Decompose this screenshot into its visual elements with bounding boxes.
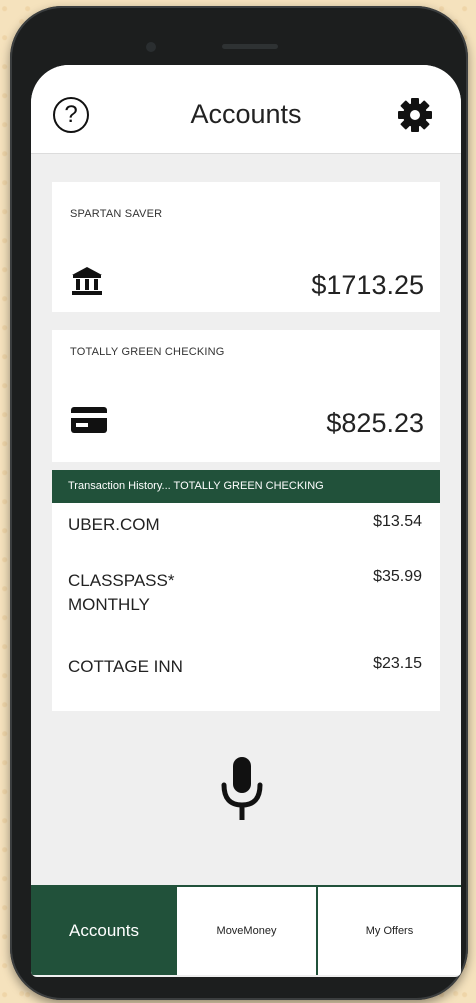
gear-icon[interactable]: [395, 95, 435, 135]
transaction-merchant: UBER.COM: [68, 515, 160, 534]
account-name: TOTALLY GREEN CHECKING: [70, 346, 225, 358]
app-screen: ? Accounts SPARTAN SAVER $1713.25 TOTALL…: [31, 65, 461, 977]
speaker-grille: [222, 44, 278, 49]
account-balance: $825.23: [326, 408, 424, 438]
account-name: SPARTAN SAVER: [70, 208, 163, 220]
credit-card-icon: [71, 407, 107, 433]
tab-accounts[interactable]: Accounts: [31, 887, 177, 975]
transaction-merchant: CLASSPASS* MONTHLY: [68, 571, 175, 614]
camera-icon: [146, 42, 156, 52]
transaction-amount: $13.54: [373, 513, 422, 530]
microphone-icon[interactable]: [217, 755, 267, 825]
transaction-merchant: COTTAGE INN: [68, 657, 183, 676]
transaction-list: UBER.COM $13.54 CLASSPASS* MONTHLY $35.9…: [52, 503, 440, 711]
app-header: ? Accounts: [31, 65, 461, 154]
bank-icon: [72, 267, 102, 295]
tab-move-money[interactable]: MoveMoney: [177, 887, 318, 975]
bottom-tab-bar: Accounts MoveMoney My Offers: [31, 885, 461, 975]
account-card-checking[interactable]: TOTALLY GREEN CHECKING $825.23: [52, 330, 440, 462]
account-balance: $1713.25: [311, 270, 424, 300]
transaction-amount: $23.15: [373, 655, 422, 672]
transaction-history-header: Transaction History... TOTALLY GREEN CHE…: [52, 470, 440, 503]
transaction-amount: $35.99: [373, 568, 422, 585]
tab-my-offers[interactable]: My Offers: [318, 887, 461, 975]
account-card-savings[interactable]: SPARTAN SAVER $1713.25: [52, 182, 440, 312]
